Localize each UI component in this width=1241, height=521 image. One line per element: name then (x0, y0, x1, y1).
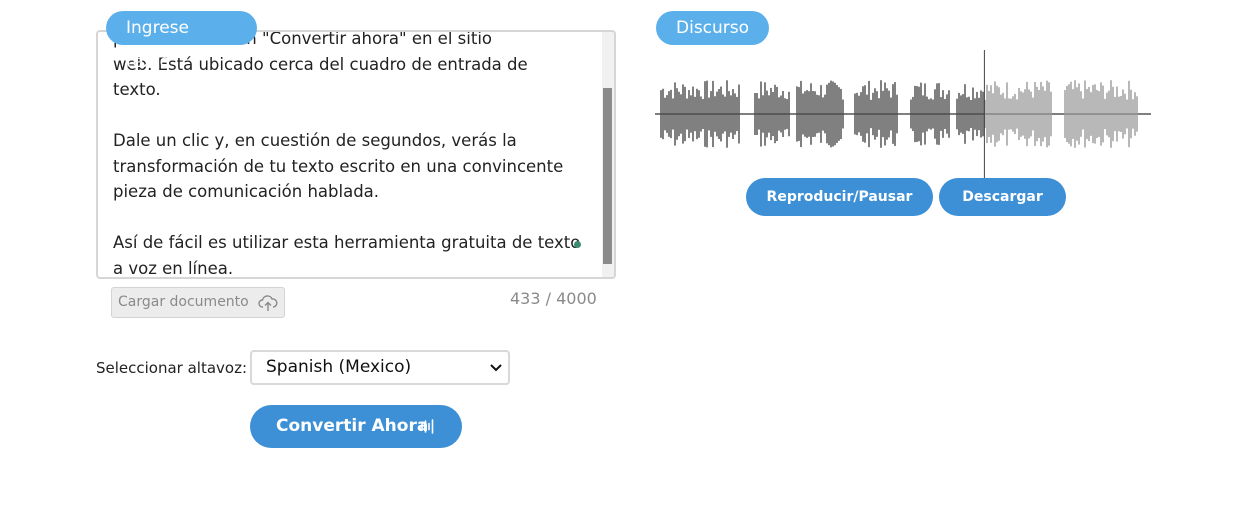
text-input-area[interactable]: presione el botón "Convertir ahora" en e… (96, 30, 616, 279)
audio-waveform[interactable] (655, 48, 1155, 180)
text-input-content[interactable]: presione el botón "Convertir ahora" en e… (113, 32, 593, 277)
input-section-label: Ingrese texto (106, 11, 257, 72)
convert-now-button[interactable]: Convertir Ahora (250, 405, 462, 448)
chevron-down-icon (490, 364, 502, 372)
convert-now-label: Convertir Ahora (276, 416, 429, 436)
upload-document-label: Cargar documento (118, 294, 249, 310)
cloud-upload-icon (258, 295, 278, 311)
textbox-scrollbar-thumb[interactable] (603, 88, 612, 264)
cursor-indicator (574, 241, 581, 248)
download-button[interactable]: Descargar (939, 178, 1066, 216)
speaker-select[interactable]: Spanish (Mexico) (250, 350, 510, 385)
upload-document-button[interactable]: Cargar documento (111, 287, 285, 318)
textbox-scrollbar[interactable] (602, 32, 614, 277)
play-pause-button[interactable]: Reproducir/Pausar (746, 178, 933, 216)
speech-section-label: Discurso (656, 11, 769, 45)
speaker-selected-value: Spanish (Mexico) (266, 357, 412, 377)
audio-wave-icon (421, 419, 434, 434)
speaker-select-label: Seleccionar altavoz: (96, 359, 248, 377)
character-counter: 433 / 4000 (510, 289, 597, 308)
